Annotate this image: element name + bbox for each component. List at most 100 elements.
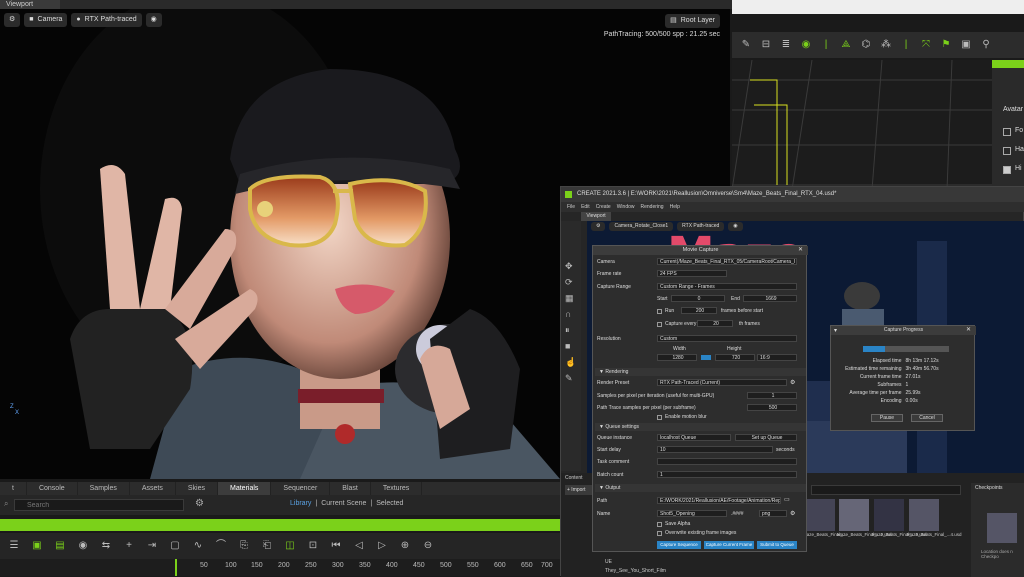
filter-current-scene[interactable]: Current Scene — [321, 500, 366, 507]
tab-sequencer[interactable]: Sequencer — [271, 482, 331, 495]
format-select[interactable]: png — [759, 510, 787, 517]
start-input[interactable]: 0 — [671, 295, 725, 302]
checkbox-hi[interactable] — [1003, 166, 1011, 174]
thumbnail[interactable] — [805, 499, 835, 531]
run-checkbox[interactable] — [657, 309, 662, 314]
tab-console[interactable]: Console — [27, 482, 78, 495]
output-section[interactable]: ▼ Output — [595, 484, 806, 492]
magnet-icon[interactable]: ∩ — [565, 309, 571, 319]
width-input[interactable]: 1280 — [657, 354, 697, 361]
iclone-settings-button[interactable]: ⚙ — [591, 222, 606, 231]
submit-queue-button[interactable]: Submit to Queue — [757, 541, 797, 549]
flag-icon[interactable]: ⚑ — [940, 39, 952, 51]
zoom-in-icon[interactable]: ⊕ — [399, 540, 411, 552]
timeline-track[interactable] — [0, 519, 560, 531]
next-icon[interactable]: ▷ — [376, 540, 388, 552]
spp-input[interactable]: 1 — [747, 392, 797, 399]
tab-t[interactable]: t — [0, 482, 27, 495]
aspect-select[interactable]: 16:9 — [757, 354, 797, 361]
view-icon[interactable]: ◉ — [77, 540, 89, 552]
menu-create[interactable]: Create — [596, 202, 611, 212]
end-input[interactable]: 1669 — [743, 295, 797, 302]
link-icon[interactable]: ⌒ — [215, 540, 227, 552]
run-input[interactable]: 200 — [681, 307, 717, 314]
paste-icon[interactable]: ⎗ — [261, 540, 273, 552]
rotate-icon[interactable]: ⟳ — [565, 277, 573, 288]
tab-blast[interactable]: Blast — [330, 482, 371, 495]
zoom-out-icon[interactable]: ⊖ — [422, 540, 434, 552]
iclone-visibility-button[interactable]: ◉ — [728, 222, 743, 231]
camera-select[interactable]: Current(/Maze_Beats_Final_RTX_05/CameraR… — [657, 258, 797, 265]
pause-icon[interactable]: ⏸ — [565, 325, 570, 336]
framerate-select[interactable]: 24 FPS — [657, 270, 727, 277]
chevron-down-icon[interactable]: ▾ — [834, 327, 837, 334]
list-icon[interactable]: ☰ — [8, 540, 20, 552]
name-input[interactable]: Shot5_Opening — [657, 510, 727, 517]
queue-section[interactable]: ▼ Queue settings — [595, 423, 806, 431]
pt-spp-input[interactable]: 500 — [747, 404, 797, 411]
iclone-viewport-tab[interactable]: Viewport — [581, 212, 611, 221]
range-icon[interactable]: ▢ — [169, 540, 181, 552]
thumbnail[interactable] — [909, 499, 939, 531]
timeline-ruler[interactable]: 50 100 150 200 250 300 350 400 450 500 5… — [0, 559, 560, 576]
range-select[interactable]: Custom Range - Frames — [657, 283, 797, 290]
gear-icon[interactable]: ⚙ — [195, 498, 204, 509]
search-input[interactable] — [14, 499, 184, 511]
content-tab[interactable]: Content — [565, 475, 583, 481]
height-input[interactable]: 720 — [715, 354, 755, 361]
tree-item[interactable]: They_See_You_Short_Film — [605, 568, 666, 574]
close-icon[interactable]: ✕ — [966, 326, 971, 333]
layers-icon[interactable]: ≣ — [780, 39, 792, 51]
tree-item[interactable]: UE — [605, 559, 612, 565]
content-search-input[interactable] — [811, 485, 961, 495]
prev-icon[interactable]: ◁ — [353, 540, 365, 552]
record-icon[interactable]: ⊡ — [307, 540, 319, 552]
eye-icon[interactable]: ◉ — [800, 39, 812, 51]
render-mode-selector[interactable]: ● RTX Path-traced — [71, 13, 142, 27]
snap-icon[interactable]: ⇆ — [100, 540, 112, 552]
cancel-button[interactable]: Cancel — [911, 414, 943, 422]
checkbox-ha[interactable] — [1003, 147, 1011, 155]
menu-file[interactable]: File — [567, 202, 575, 212]
transform-icon[interactable]: ⤧ — [920, 39, 932, 51]
skip-back-icon[interactable]: ⏮ — [330, 540, 342, 552]
node-edit-icon[interactable]: ⌬ — [860, 39, 872, 51]
node-icon[interactable]: ⟁ — [840, 39, 852, 51]
visibility-button[interactable]: ◉ — [145, 13, 162, 27]
start-delay-input[interactable]: 10 — [657, 446, 773, 453]
tab-materials[interactable]: Materials — [218, 482, 272, 495]
tool-icon[interactable]: ⚲ — [980, 39, 992, 51]
play-range-icon[interactable]: ◫ — [284, 540, 296, 552]
gear-icon[interactable]: ⚙ — [790, 379, 795, 386]
batch-count-input[interactable]: 1 — [657, 471, 797, 478]
group-icon[interactable]: ⁂ — [880, 39, 892, 51]
motion-blur-checkbox[interactable] — [657, 415, 662, 420]
capture-every-input[interactable]: 20 — [697, 320, 733, 327]
capture-current-frame-button[interactable]: Capture Current Frame — [704, 541, 754, 549]
checkbox-fo[interactable] — [1003, 128, 1011, 136]
camera-selector[interactable]: ■ Camera — [24, 13, 68, 27]
folder-icon[interactable]: ▭ — [784, 496, 790, 503]
select-icon[interactable]: ▣ — [31, 540, 43, 552]
brush-icon[interactable]: ✎ — [565, 373, 573, 384]
close-icon[interactable]: ✕ — [798, 246, 803, 253]
frame-icon[interactable]: ▤ — [54, 540, 66, 552]
capture-sequence-button[interactable]: Capture Sequence — [657, 541, 701, 549]
scale-icon[interactable]: ▦ — [565, 293, 574, 304]
pointer-icon[interactable]: ☝ — [565, 357, 576, 368]
tab-assets[interactable]: Assets — [130, 482, 176, 495]
clipboard-icon[interactable]: ▣ — [960, 39, 972, 51]
move-icon[interactable]: ✥ — [565, 261, 573, 272]
playhead[interactable] — [175, 559, 177, 576]
viewport-tab[interactable]: Viewport — [0, 0, 60, 9]
gear-icon[interactable]: ⚙ — [790, 510, 795, 517]
filter-library[interactable]: Library — [290, 500, 311, 507]
menu-help[interactable]: Help — [670, 202, 680, 212]
tab-samples[interactable]: Samples — [78, 482, 130, 495]
tab-textures[interactable]: Textures — [371, 482, 423, 495]
stop-icon[interactable]: ■ — [565, 341, 570, 351]
rendering-section[interactable]: ▼ Rendering — [595, 368, 806, 376]
add-key-icon[interactable]: + — [123, 540, 135, 552]
overwrite-checkbox[interactable] — [657, 531, 662, 536]
root-layer-button[interactable]: ▤ Root Layer — [665, 14, 720, 28]
